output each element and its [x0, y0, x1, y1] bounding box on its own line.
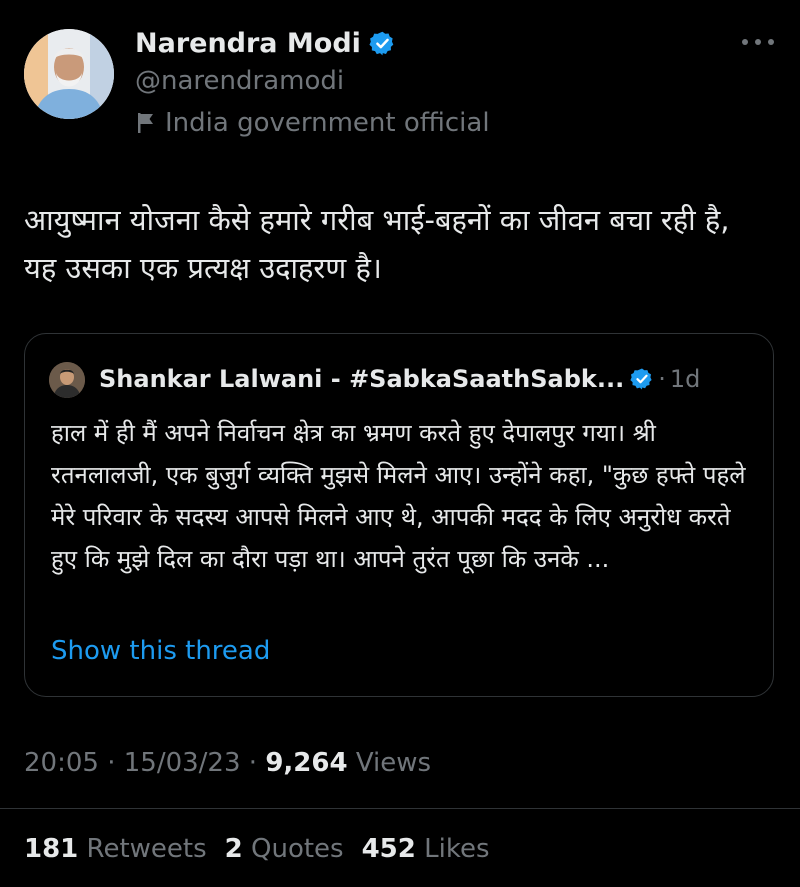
- engagement-stats: 181 Retweets 2 Quotes 452 Likes: [24, 834, 490, 864]
- divider: [0, 808, 800, 809]
- verified-badge-icon: [630, 368, 652, 390]
- author-handle[interactable]: @narendramodi: [135, 66, 344, 96]
- affiliation-text: India government official: [165, 108, 490, 138]
- affiliation-label: India government official: [135, 108, 490, 138]
- author-avatar-image: [24, 29, 114, 119]
- retweets-label: Retweets: [78, 834, 207, 864]
- quoted-tweet-text: हाल में ही मैं अपने निर्वाचन क्षेत्र का …: [51, 419, 746, 573]
- views-label: Views: [347, 748, 432, 778]
- quotes-label: Quotes: [242, 834, 344, 864]
- more-options-button[interactable]: [738, 28, 778, 56]
- likes-stat[interactable]: 452 Likes: [362, 834, 490, 864]
- meta-separator: ·: [240, 748, 266, 778]
- quoted-separator: ·: [658, 365, 666, 393]
- retweets-count: 181: [24, 834, 79, 864]
- show-thread-link[interactable]: Show this thread: [51, 636, 270, 666]
- author-name[interactable]: Narendra Modi: [135, 28, 396, 59]
- tweet-time[interactable]: 20:05: [24, 748, 99, 778]
- quoted-author-line[interactable]: Shankar Lalwani - #SabkaSaathSabk... · 1…: [99, 365, 700, 393]
- quoted-tweet-card[interactable]: Shankar Lalwani - #SabkaSaathSabk... · 1…: [24, 333, 774, 697]
- retweets-stat[interactable]: 181 Retweets: [24, 834, 207, 864]
- tweet-date[interactable]: 15/03/23: [124, 748, 241, 778]
- views-count: 9,264: [265, 748, 348, 778]
- meta-separator: ·: [98, 748, 124, 778]
- flag-icon: [138, 113, 153, 133]
- likes-label: Likes: [415, 834, 490, 864]
- quoted-author-name[interactable]: Shankar Lalwani - #SabkaSaathSabk...: [99, 365, 624, 393]
- likes-count: 452: [361, 834, 416, 864]
- author-avatar[interactable]: [24, 29, 114, 119]
- verified-badge-icon: [369, 31, 394, 56]
- author-name-text[interactable]: Narendra Modi: [135, 28, 361, 59]
- tweet-meta-line: 20:05 · 15/03/23 · 9,264 Views: [24, 748, 431, 778]
- quotes-count: 2: [224, 834, 243, 864]
- quoted-author-avatar[interactable]: [49, 362, 85, 398]
- ellipsis-icon: [742, 39, 774, 45]
- quoted-timestamp[interactable]: 1d: [670, 365, 701, 393]
- quotes-stat[interactable]: 2 Quotes: [225, 834, 344, 864]
- tweet-text: आयुष्मान योजना कैसे हमारे गरीब भाई-बहनों…: [24, 203, 730, 285]
- quoted-author-avatar-image: [49, 362, 85, 398]
